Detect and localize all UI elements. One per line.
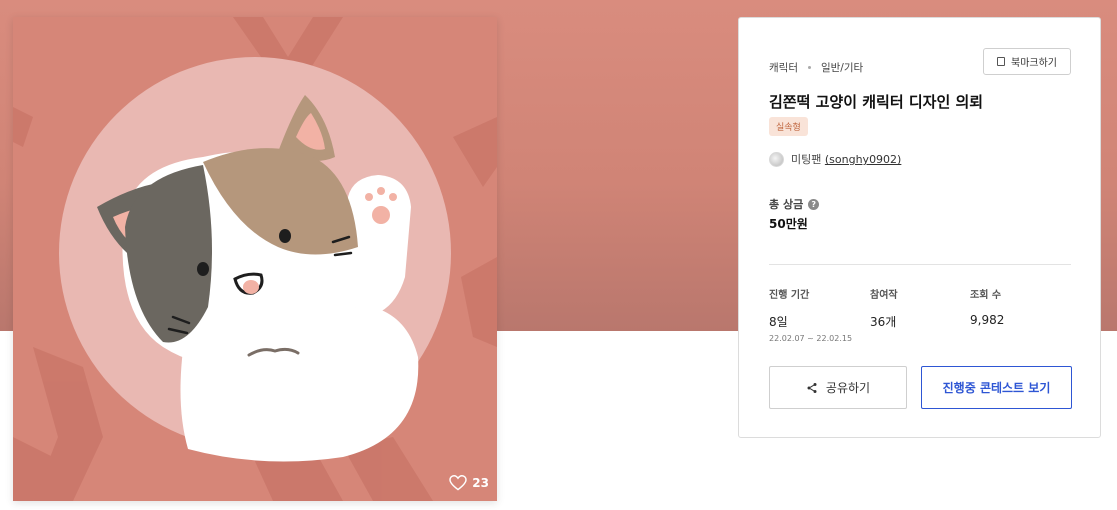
- share-icon: [807, 382, 817, 393]
- ongoing-contests-button[interactable]: 진행중 콘테스트 보기: [921, 366, 1072, 409]
- breadcrumb-category[interactable]: 캐릭터: [769, 60, 798, 75]
- contest-type-badge: 실속형: [769, 117, 808, 136]
- bookmark-icon: [997, 57, 1005, 66]
- stat-entries-label: 참여작: [870, 290, 898, 301]
- prize-label: 총 상금 ?: [769, 196, 820, 212]
- host-name: 미팅팬: [791, 153, 822, 166]
- avatar: [769, 151, 784, 167]
- contest-artwork[interactable]: 23: [13, 17, 497, 501]
- bookmark-button[interactable]: 북마크하기: [983, 48, 1071, 75]
- share-button[interactable]: 공유하기: [769, 366, 907, 409]
- like-counter[interactable]: 23: [449, 475, 489, 491]
- host-handle[interactable]: (songhy0902): [825, 153, 901, 166]
- stat-period-label: 진행 기간: [769, 290, 810, 301]
- host-info[interactable]: 미팅팬 (songhy0902): [769, 151, 901, 167]
- heart-icon: [449, 475, 468, 491]
- like-count: 23: [472, 476, 489, 490]
- stat-entries-value: 36개: [870, 315, 897, 329]
- breadcrumb-separator: [807, 66, 811, 69]
- contest-title: 김쫀떡 고양이 캐릭터 디자인 의뢰: [769, 93, 984, 111]
- stat-period-range: 22.02.07 ~ 22.02.15: [769, 334, 853, 343]
- breadcrumb-subcategory[interactable]: 일반/기타: [821, 60, 863, 75]
- ongoing-contests-label: 진행중 콘테스트 보기: [942, 381, 1051, 395]
- divider: [769, 264, 1071, 265]
- prize-value: 50만원: [769, 217, 808, 231]
- stat-views-value: 9,982: [970, 313, 1005, 327]
- stat-period-value: 8일: [769, 315, 788, 329]
- bookmark-label: 북마크하기: [1011, 58, 1057, 69]
- stat-views-label: 조회 수: [970, 290, 1002, 301]
- stat-period: 진행 기간 8일 22.02.07 ~ 22.02.15: [769, 286, 852, 343]
- share-label: 공유하기: [825, 381, 871, 395]
- cat-illustration: [13, 17, 497, 501]
- prize-label-text: 총 상금: [769, 198, 804, 211]
- stat-views: 조회 수 9,982: [970, 286, 1004, 327]
- contest-info-card: 캐릭터 일반/기타 북마크하기 김쫀떡 고양이 캐릭터 디자인 의뢰 실속형 미…: [738, 17, 1101, 438]
- question-circle-icon[interactable]: ?: [808, 198, 820, 210]
- stat-entries: 참여작 36개: [870, 286, 898, 330]
- breadcrumb: 캐릭터 일반/기타: [769, 60, 863, 75]
